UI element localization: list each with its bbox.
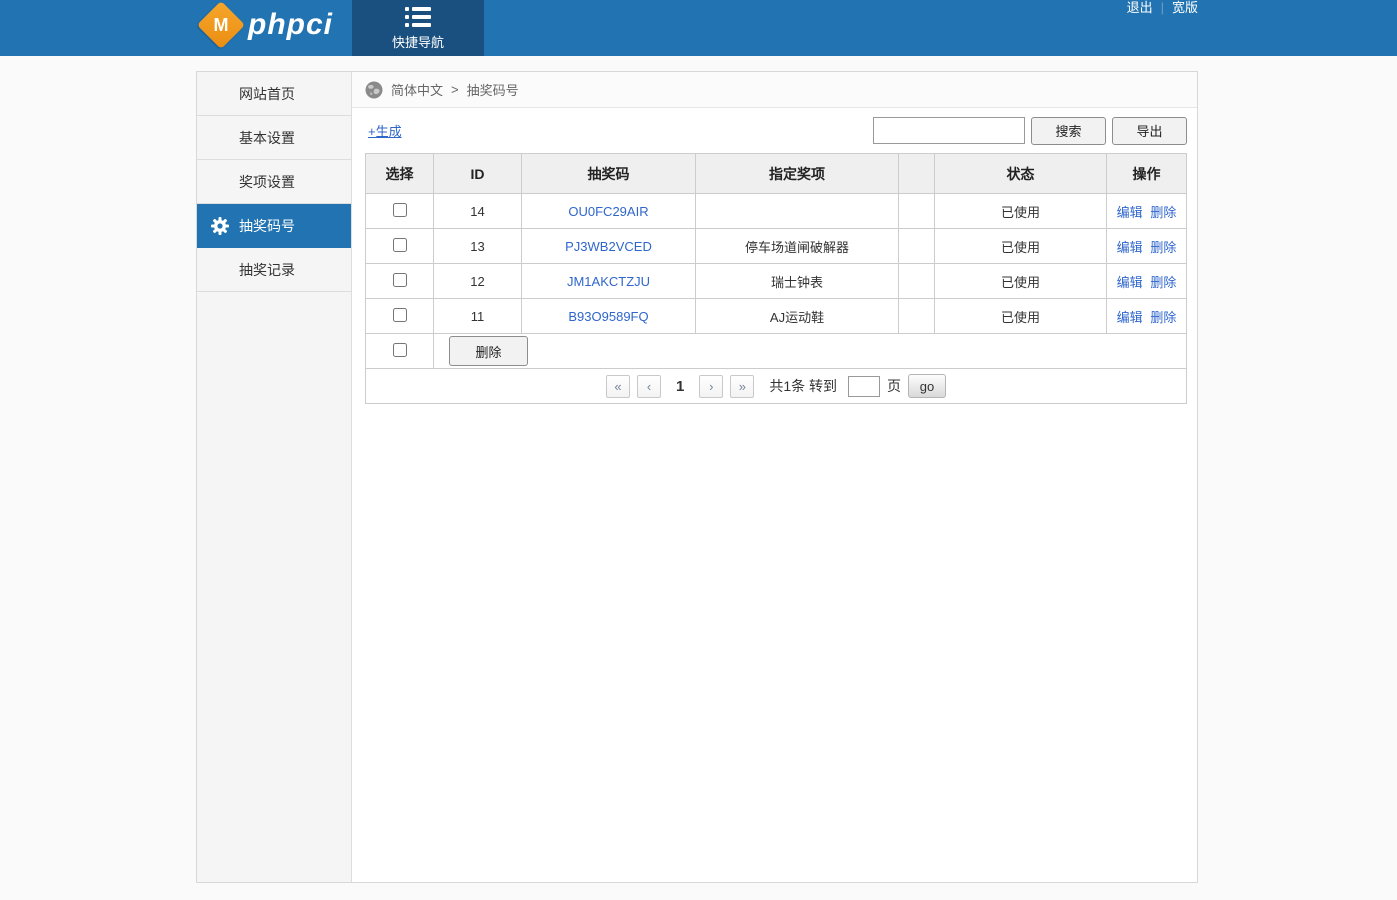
last-page-button[interactable]: »	[730, 375, 754, 398]
edit-link[interactable]: 编辑	[1117, 240, 1143, 255]
link-separator: |	[1161, 0, 1164, 15]
wide-version-link[interactable]: 宽版	[1172, 0, 1198, 15]
row-checkbox[interactable]	[393, 203, 407, 217]
col-header-prize: 指定奖项	[696, 154, 899, 194]
cell-id: 13	[434, 229, 522, 264]
gear-icon	[211, 217, 229, 235]
row-checkbox[interactable]	[393, 308, 407, 322]
col-header-code: 抽奖码	[522, 154, 696, 194]
total-count-text: 共1条 转到	[769, 376, 837, 396]
cell-empty	[899, 229, 935, 264]
lottery-code-link[interactable]: OU0FC29AIR	[568, 204, 648, 219]
first-page-button[interactable]: «	[606, 375, 630, 398]
pagination-row: « ‹ 1 › » 共1条 转到 页 go	[366, 369, 1187, 404]
lottery-code-link[interactable]: PJ3WB2VCED	[565, 239, 652, 254]
logo-diamond-icon: M	[197, 1, 245, 49]
cell-prize: 瑞士钟表	[696, 264, 899, 299]
row-checkbox[interactable]	[393, 273, 407, 287]
export-button[interactable]: 导出	[1112, 117, 1187, 145]
table-header-row: 选择 ID 抽奖码 指定奖项 状态 操作	[366, 154, 1187, 194]
header-user-links: 退出 | 宽版	[1127, 0, 1198, 15]
top-header-bar: M phpci 快捷导航 退出 | 宽版	[0, 0, 1397, 56]
pagination: « ‹ 1 › » 共1条 转到 页 go	[366, 374, 1186, 398]
search-input[interactable]	[873, 117, 1025, 144]
cell-prize: 停车场道闸破解器	[696, 229, 899, 264]
table-footer-row: 删除	[366, 334, 1187, 369]
edit-link[interactable]: 编辑	[1117, 310, 1143, 325]
cell-empty	[899, 264, 935, 299]
quick-nav-button[interactable]: 快捷导航	[352, 0, 484, 56]
cell-empty	[899, 194, 935, 229]
sidebar-item-label: 网站首页	[239, 86, 295, 102]
lottery-codes-table: 选择 ID 抽奖码 指定奖项 状态 操作 14 OU0FC29AIR 已使用	[365, 153, 1187, 404]
delete-link[interactable]: 删除	[1150, 240, 1176, 255]
cell-prize: AJ运动鞋	[696, 299, 899, 334]
table-row: 14 OU0FC29AIR 已使用 编辑 删除	[366, 194, 1187, 229]
next-page-button[interactable]: ›	[699, 375, 723, 398]
globe-icon	[365, 81, 383, 99]
prev-page-button[interactable]: ‹	[637, 375, 661, 398]
cell-status: 已使用	[935, 194, 1107, 229]
toolbar: +生成 搜索 导出	[352, 108, 1197, 153]
cell-status: 已使用	[935, 229, 1107, 264]
lottery-code-link[interactable]: JM1AKCTZJU	[567, 274, 650, 289]
breadcrumb-current: 抽奖码号	[467, 80, 519, 99]
table-row: 13 PJ3WB2VCED 停车场道闸破解器 已使用 编辑 删除	[366, 229, 1187, 264]
sidebar-item-label: 抽奖记录	[239, 262, 295, 278]
edit-link[interactable]: 编辑	[1117, 275, 1143, 290]
col-header-select: 选择	[366, 154, 434, 194]
breadcrumb-language: 简体中文	[391, 80, 443, 99]
cell-empty	[899, 299, 935, 334]
row-checkbox[interactable]	[393, 238, 407, 252]
cell-status: 已使用	[935, 299, 1107, 334]
current-page-number: 1	[676, 378, 684, 395]
table-row: 11 B93O9589FQ AJ运动鞋 已使用 编辑 删除	[366, 299, 1187, 334]
col-header-status: 状态	[935, 154, 1107, 194]
select-all-checkbox[interactable]	[393, 343, 407, 357]
search-button[interactable]: 搜索	[1031, 117, 1106, 145]
breadcrumb-separator: >	[451, 82, 459, 97]
col-header-id: ID	[434, 154, 522, 194]
bulk-delete-button[interactable]: 删除	[449, 336, 528, 366]
sidebar-item-label: 基本设置	[239, 130, 295, 146]
sidebar-item-basic-settings[interactable]: 基本设置	[197, 116, 351, 160]
lottery-code-link[interactable]: B93O9589FQ	[568, 309, 648, 324]
main-container: 网站首页 基本设置 奖项设置 抽奖码号 抽奖记录	[196, 71, 1198, 883]
app-logo: M phpci	[204, 8, 333, 42]
sidebar-item-prize-settings[interactable]: 奖项设置	[197, 160, 351, 204]
cell-id: 14	[434, 194, 522, 229]
sidebar-item-label: 抽奖码号	[239, 218, 295, 234]
delete-link[interactable]: 删除	[1150, 275, 1176, 290]
sidebar-item-label: 奖项设置	[239, 174, 295, 190]
go-button[interactable]: go	[908, 374, 946, 398]
content-panel: 简体中文 > 抽奖码号 +生成 搜索 导出 选择 ID 抽奖码 指	[352, 72, 1197, 882]
logo-text: phpci	[248, 8, 333, 42]
cell-prize	[696, 194, 899, 229]
col-header-ops: 操作	[1107, 154, 1187, 194]
sidebar-item-lottery-codes[interactable]: 抽奖码号	[197, 204, 351, 248]
breadcrumb: 简体中文 > 抽奖码号	[352, 72, 1197, 108]
delete-link[interactable]: 删除	[1150, 310, 1176, 325]
page-suffix-text: 页	[887, 376, 901, 396]
cell-id: 11	[434, 299, 522, 334]
quick-nav-label: 快捷导航	[392, 32, 444, 51]
toolbar-search-group: 搜索 导出	[873, 117, 1187, 145]
table-row: 12 JM1AKCTZJU 瑞士钟表 已使用 编辑 删除	[366, 264, 1187, 299]
sidebar-item-lottery-records[interactable]: 抽奖记录	[197, 248, 351, 292]
edit-link[interactable]: 编辑	[1117, 205, 1143, 220]
generate-link[interactable]: +生成	[368, 121, 402, 140]
cell-status: 已使用	[935, 264, 1107, 299]
logo-mark-letter: M	[214, 15, 229, 36]
delete-link[interactable]: 删除	[1150, 205, 1176, 220]
goto-page-input[interactable]	[848, 376, 880, 397]
col-header-empty	[899, 154, 935, 194]
cell-id: 12	[434, 264, 522, 299]
list-menu-icon	[405, 6, 431, 28]
sidebar-nav: 网站首页 基本设置 奖项设置 抽奖码号 抽奖记录	[197, 72, 352, 882]
sidebar-item-site-home[interactable]: 网站首页	[197, 72, 351, 116]
logout-link[interactable]: 退出	[1127, 0, 1153, 15]
